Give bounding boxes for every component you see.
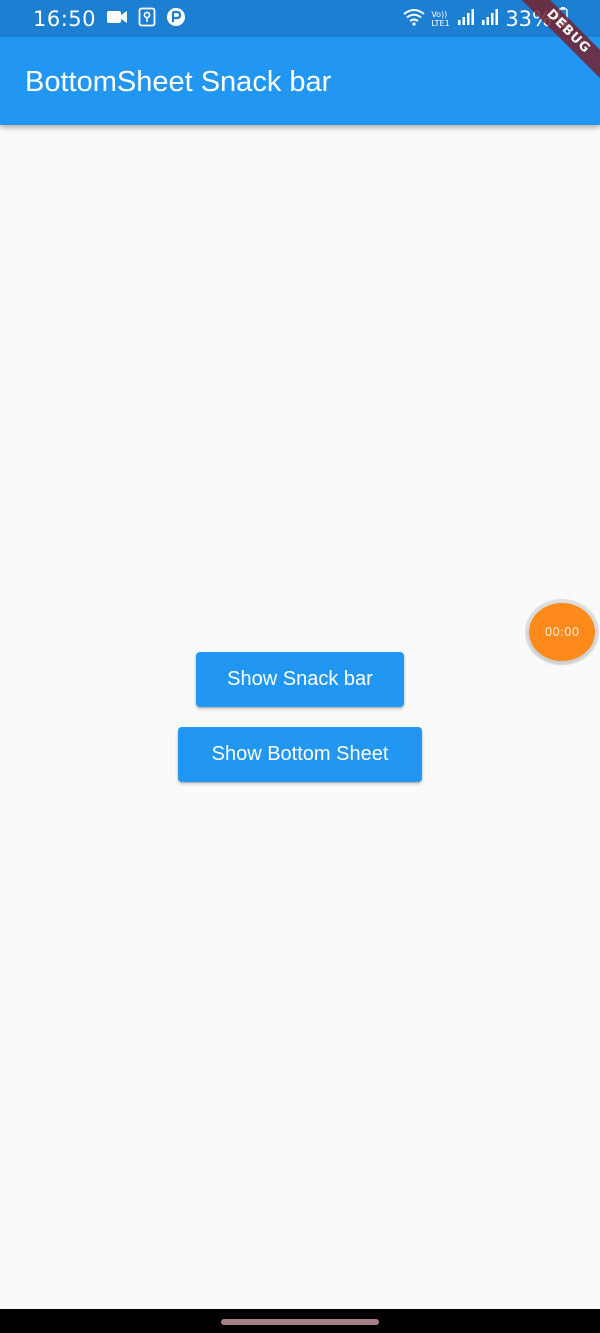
app-title: BottomSheet Snack bar: [25, 66, 332, 98]
status-right: Vo)) LTE1 33%: [403, 4, 568, 34]
floating-timer-text: 00:00: [544, 625, 580, 639]
sim-card-icon: [138, 7, 156, 32]
signal-icon-2: [481, 8, 499, 31]
floating-timer-bubble[interactable]: 00:00: [529, 603, 595, 661]
show-bottom-sheet-button[interactable]: Show Bottom Sheet: [178, 727, 422, 782]
network-type-label: Vo)) LTE1: [431, 10, 450, 28]
navigation-bar: [0, 1309, 600, 1333]
show-snackbar-button[interactable]: Show Snack bar: [196, 652, 404, 707]
signal-icon: [457, 8, 475, 31]
app-notification-icon: [166, 7, 186, 32]
status-bar: 16:50 Vo)) LTE1 33%: [0, 0, 600, 37]
battery-icon: [558, 6, 568, 32]
app-bar: BottomSheet Snack bar: [0, 37, 600, 125]
status-time: 16:50: [33, 7, 97, 31]
status-left: 16:50: [33, 5, 186, 33]
wifi-icon: [403, 8, 425, 31]
battery-level: 33%: [505, 7, 552, 31]
video-camera-icon: [106, 9, 128, 30]
home-gesture-pill[interactable]: [221, 1319, 379, 1325]
